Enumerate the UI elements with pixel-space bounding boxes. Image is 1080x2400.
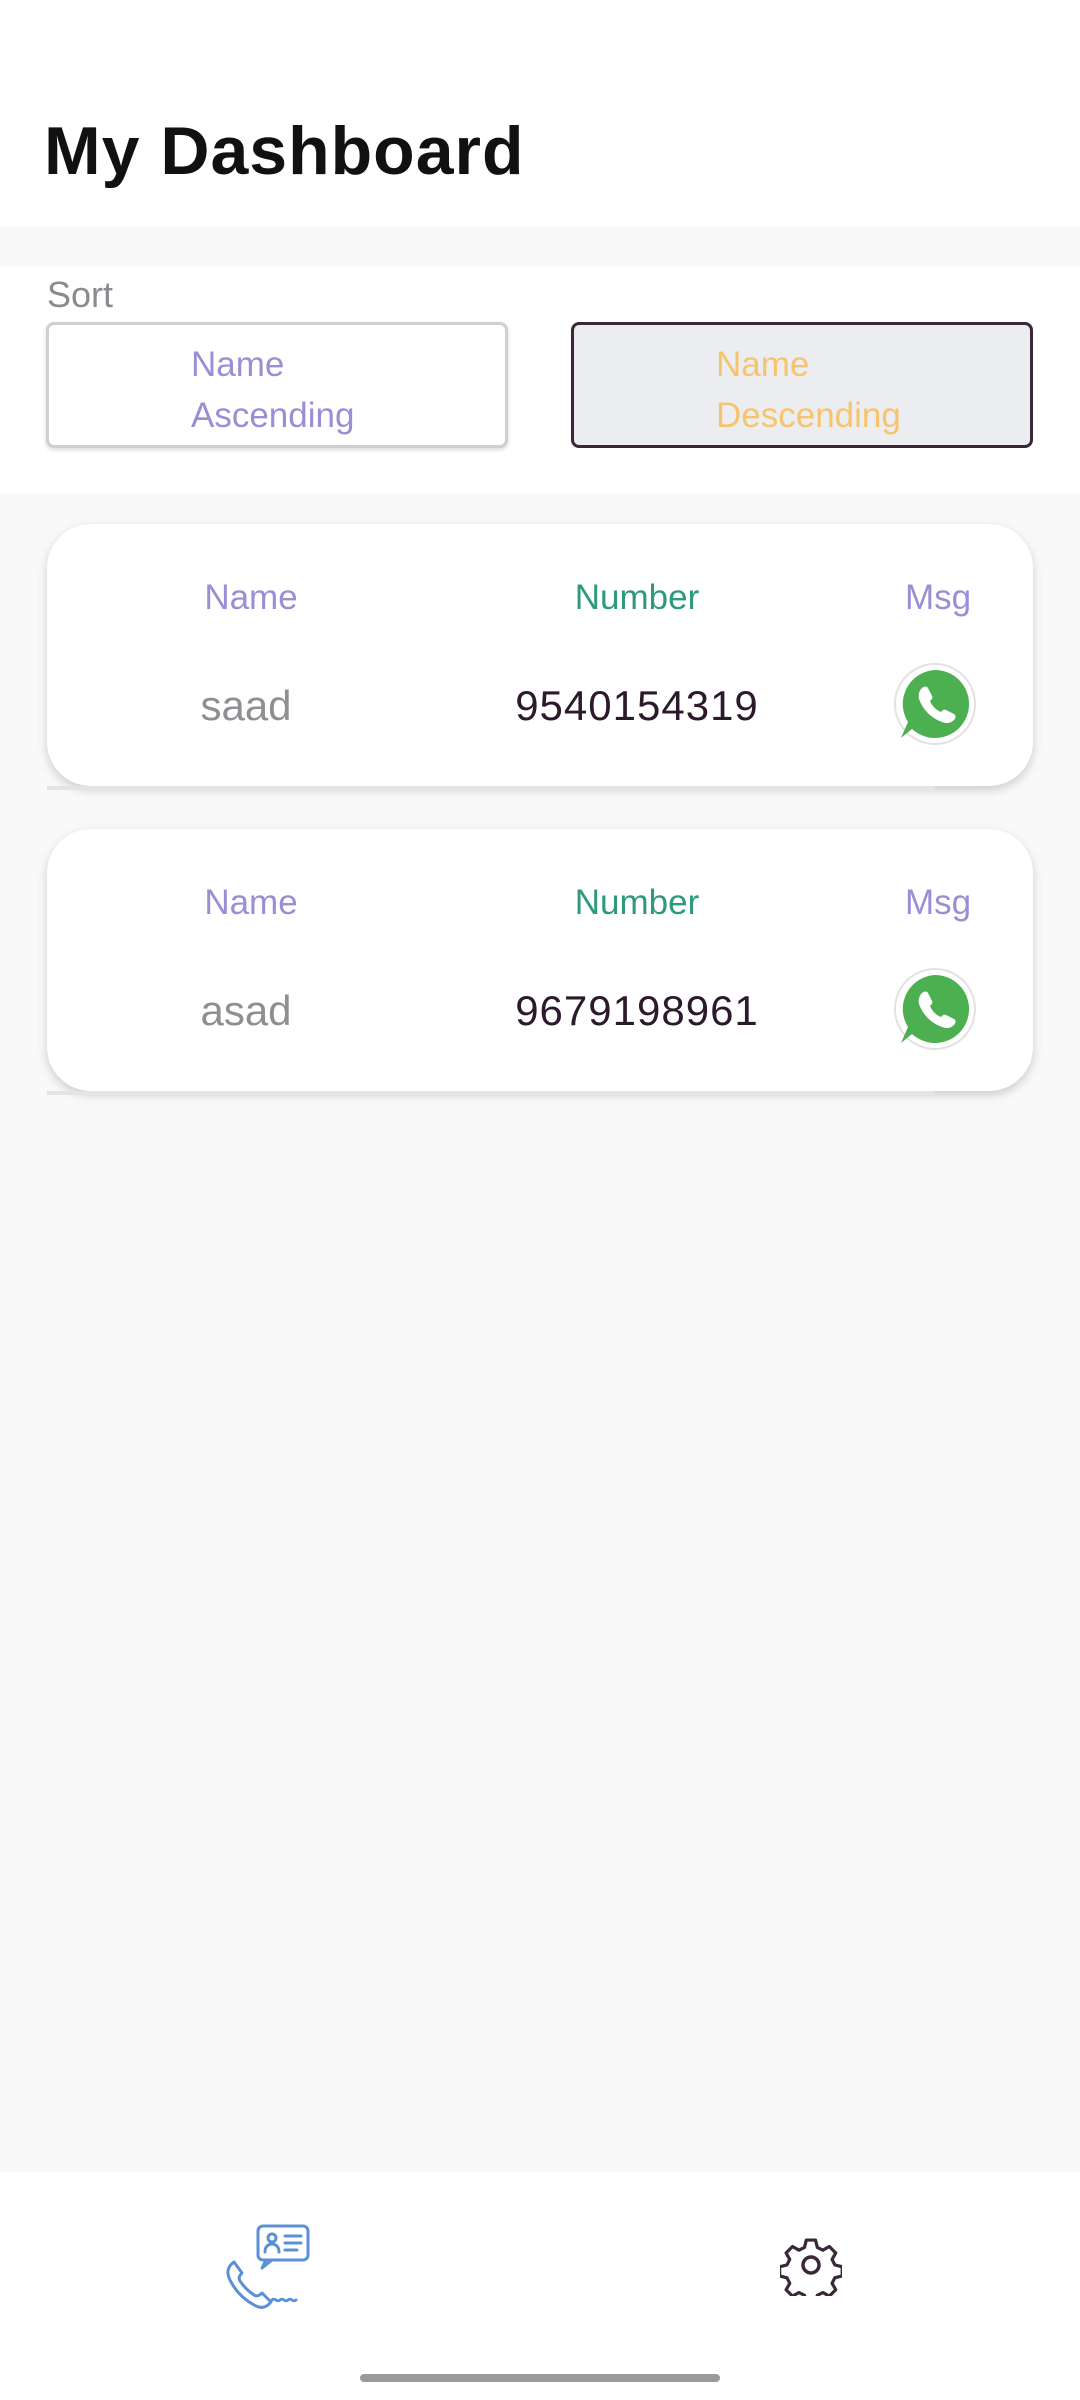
gear-icon[interactable] — [780, 2234, 842, 2296]
contact-name: saad — [200, 682, 292, 729]
contact-name: asad — [200, 987, 292, 1034]
sort-ascending-label-line2: Ascending — [191, 396, 355, 435]
contact-card: Name Number Msg asad 9679198961 — [47, 829, 1033, 1095]
sort-label: Sort — [47, 274, 114, 315]
contact-number: 9679198961 — [515, 987, 759, 1034]
whatsapp-icon[interactable] — [893, 967, 977, 1051]
card-divider — [47, 1091, 935, 1095]
sort-section: Sort Name Ascending Name Descending — [0, 266, 1080, 494]
contact-number: 9540154319 — [515, 682, 759, 729]
home-indicator[interactable] — [360, 2374, 720, 2382]
contact-card: Name Number Msg saad 9540154319 — [47, 524, 1033, 790]
screen: My Dashboard Sort Name Ascending Name De… — [0, 0, 1080, 2400]
msg-column-header: Msg — [904, 578, 972, 617]
page-title: My Dashboard — [44, 113, 525, 189]
header: My Dashboard — [0, 0, 1080, 226]
number-column-header: Number — [574, 578, 700, 617]
sort-descending-label-line2: Descending — [716, 396, 901, 435]
bottom-nav — [0, 2172, 1080, 2400]
sort-ascending-label-line1: Name — [191, 345, 285, 384]
name-column-header: Name — [204, 578, 298, 617]
name-column-header: Name — [204, 883, 298, 922]
card-divider — [47, 786, 935, 790]
phone-contact-icon[interactable] — [222, 2222, 314, 2310]
number-column-header: Number — [574, 883, 700, 922]
sort-descending-label-line1: Name — [716, 345, 810, 384]
sort-name-ascending-button[interactable]: Name Ascending — [46, 322, 508, 448]
msg-column-header: Msg — [904, 883, 972, 922]
sort-name-descending-button[interactable]: Name Descending — [571, 322, 1033, 448]
whatsapp-icon[interactable] — [893, 662, 977, 746]
